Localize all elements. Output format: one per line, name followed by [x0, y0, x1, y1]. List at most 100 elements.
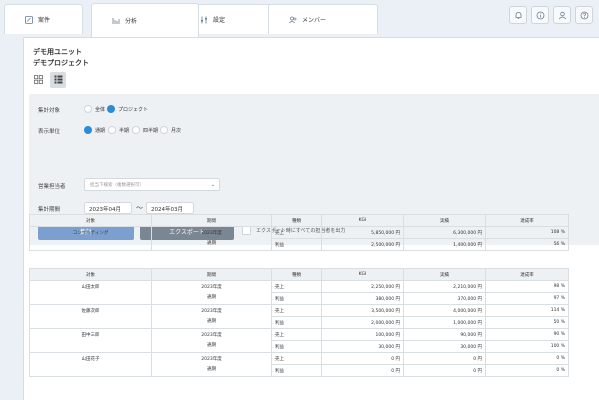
col-kind-header: 種類 [271, 268, 322, 281]
row-target: 山田花子 [29, 352, 152, 377]
project-title: デモプロジェクト [33, 59, 89, 67]
period-year: 2023年度 [201, 333, 222, 338]
col-period-header: 期間 [151, 268, 272, 281]
row-kgi: 2,000,000 円 [321, 316, 404, 329]
period-kind: 通期 [207, 319, 216, 324]
col-actual-header: 実績 [403, 268, 486, 281]
row-kind: 売上 [271, 328, 322, 341]
radio-dot [160, 126, 168, 134]
col-kgi-header: KGI [321, 268, 404, 281]
row-kind: 売上 [271, 352, 322, 365]
sliders-icon [200, 16, 208, 24]
radio-dot [108, 126, 116, 134]
list-view-button[interactable] [50, 72, 66, 88]
period-kind: 通期 [207, 295, 216, 300]
col-kind-header: 種類 [271, 214, 322, 227]
row-kgi: 380,000 円 [321, 292, 404, 305]
tab-analysis-label: 分析 [125, 18, 138, 25]
row-period: 2023年度 通期 [151, 280, 272, 305]
row-kind: 利益 [271, 292, 322, 305]
row-kgi: 5,850,000 円 [321, 226, 404, 239]
row-actual: 90,000 円 [403, 328, 486, 341]
col-rate-header: 達成率 [485, 214, 569, 227]
target-label: 集計対象 [38, 108, 61, 114]
row-rate: 98 % [485, 280, 569, 293]
radio-dot [132, 126, 140, 134]
bell-icon[interactable] [509, 6, 527, 24]
help-icon[interactable] [575, 6, 593, 24]
table-row: コンサルティング 2023年度 通期 売上 5,850,000 円 6,300,… [29, 226, 569, 251]
row-period: 2023年度 通期 [151, 226, 272, 251]
row-kind: 売上 [271, 226, 322, 239]
tab-members[interactable]: メンバー [268, 4, 378, 34]
top-icon-bar [509, 6, 593, 24]
row-period: 2023年度 通期 [151, 328, 272, 353]
radio-unit-monthly[interactable]: 月次 [160, 126, 181, 134]
row-kind: 利益 [271, 316, 322, 329]
row-actual: 1,000,000 円 [403, 316, 486, 329]
rep-select[interactable]: 担当下検索（複数選択可） ⌄ [84, 178, 220, 191]
unit-title: デモ用ユニット [33, 48, 82, 56]
period-kind: 通期 [207, 343, 216, 348]
row-rate: 114 % [485, 304, 569, 317]
period-label: 集計期間 [38, 207, 61, 213]
radio-unit-quarter-label: 四半期 [143, 127, 159, 134]
row-kind: 売上 [271, 304, 322, 317]
chart-icon [112, 17, 120, 25]
period-year: 2023年度 [201, 231, 222, 236]
col-target-header: 対象 [29, 268, 152, 281]
row-actual: 2,210,000 円 [403, 280, 486, 293]
period-to-input[interactable]: 2024年03月 [146, 202, 194, 214]
period-year: 2023年度 [201, 309, 222, 314]
row-actual: 30,000 円 [403, 340, 486, 353]
period-kind: 通期 [207, 241, 216, 246]
radio-dot-selected [107, 105, 115, 113]
tab-settings-label: 設定 [213, 17, 226, 24]
grid-view-button[interactable] [30, 72, 46, 88]
col-rate-header: 達成率 [485, 268, 569, 281]
radio-unit-annual[interactable]: 通期 [84, 126, 105, 134]
radio-unit-monthly-label: 月次 [171, 127, 182, 134]
radio-target-project[interactable]: プロジェクト [107, 105, 148, 113]
col-actual-header: 実績 [403, 214, 486, 227]
unit-label: 表示単位 [38, 129, 61, 135]
row-target: 田中三郎 [29, 328, 152, 353]
table-header-row: 対象 期間 種類 KGI 実績 達成率 [29, 214, 569, 227]
row-target: 山田太郎 [29, 280, 152, 305]
table-header-row: 対象 期間 種類 KGI 実績 達成率 [29, 268, 569, 281]
period-year: 2023年度 [201, 357, 222, 362]
tab-cases[interactable]: 案件 [4, 4, 83, 34]
period-from-input[interactable]: 2023年04月 [84, 202, 132, 214]
row-rate: 108 % [485, 226, 569, 239]
radio-unit-half[interactable]: 半期 [108, 126, 129, 134]
tab-members-label: メンバー [302, 17, 327, 24]
period-kind: 通期 [207, 367, 216, 372]
table-row: 佐藤次郎 2023年度 通期 売上 3,500,000 円 4,000,000 … [29, 304, 569, 329]
table-row: 山田花子 2023年度 通期 売上 0 円 0 円 0 % [29, 352, 569, 377]
radio-dot [84, 105, 92, 113]
row-rate: 100 % [485, 340, 569, 353]
col-target-header: 対象 [29, 214, 152, 227]
row-rate: 0 % [485, 352, 569, 365]
row-actual: 6,300,000 円 [403, 226, 486, 239]
row-target: 佐藤次郎 [29, 304, 152, 329]
info-icon[interactable] [531, 6, 549, 24]
row-kgi: 100,000 円 [321, 328, 404, 341]
row-kgi: 2,250,000 円 [321, 280, 404, 293]
row-rate: 50 % [485, 316, 569, 329]
radio-unit-half-label: 半期 [119, 127, 130, 134]
row-kgi: 0 円 [321, 352, 404, 365]
member-result-table: 対象 期間 種類 KGI 実績 達成率 山田太郎 2023年度 通期 売上 2,… [29, 268, 569, 377]
radio-target-all-label: 全体 [95, 106, 106, 113]
period-tilde: 〜 [136, 204, 143, 212]
tab-analysis[interactable]: 分析 [91, 3, 199, 37]
row-rate: 90 % [485, 328, 569, 341]
briefcase-icon [25, 15, 33, 24]
radio-target-all[interactable]: 全体 [84, 105, 105, 113]
radio-unit-quarter[interactable]: 四半期 [132, 126, 158, 134]
user-icon[interactable] [553, 6, 571, 24]
row-kind: 利益 [271, 364, 322, 377]
users-icon [289, 16, 297, 24]
row-kind: 利益 [271, 238, 322, 251]
col-period-header: 期間 [151, 214, 272, 227]
